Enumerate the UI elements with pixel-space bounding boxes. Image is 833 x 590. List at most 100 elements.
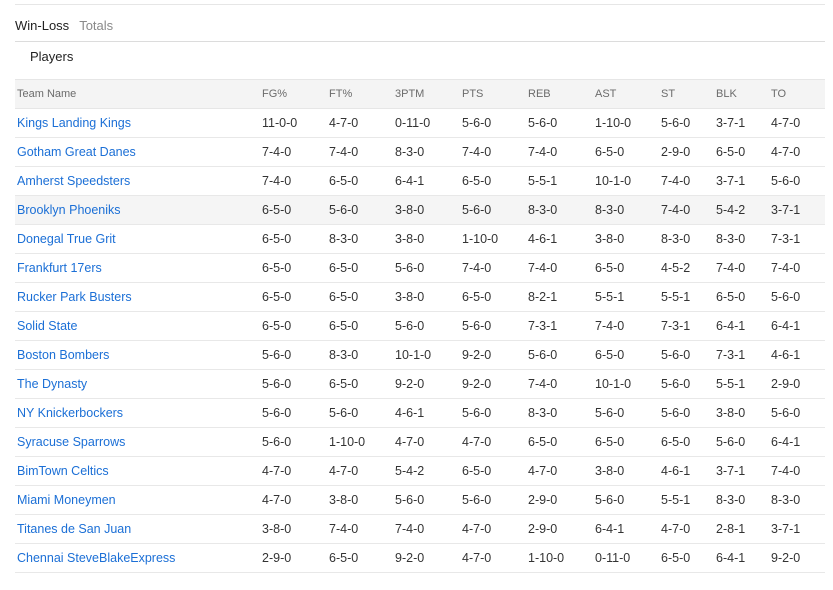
team-link[interactable]: Gotham Great Danes xyxy=(17,145,136,159)
stat-cell-ast: 1-10-0 xyxy=(595,108,661,138)
stat-cell-ft-: 6-5-0 xyxy=(329,543,395,573)
stat-cell-pts: 4-7-0 xyxy=(462,514,528,544)
standings-table: Team Name FG% FT% 3PTM PTS REB AST ST BLK TO King… xyxy=(15,79,825,573)
team-link[interactable]: Solid State xyxy=(17,319,77,333)
stat-cell-reb: 7-4-0 xyxy=(528,369,595,399)
stat-cell-st: 5-6-0 xyxy=(661,398,716,428)
team-link[interactable]: BimTown Celtics xyxy=(17,464,109,478)
team-link[interactable]: Chennai SteveBlakeExpress xyxy=(17,551,175,565)
stat-cell-ast: 0-11-0 xyxy=(595,543,661,573)
stat-cell-pts: 7-4-0 xyxy=(462,137,528,167)
stat-cell-reb: 5-6-0 xyxy=(528,108,595,138)
stat-cell-ft-: 7-4-0 xyxy=(329,137,395,167)
stat-cell-reb: 7-4-0 xyxy=(528,137,595,167)
stat-cell-st: 7-4-0 xyxy=(661,166,716,196)
stat-cell-to: 5-6-0 xyxy=(771,398,825,428)
team-link[interactable]: Boston Bombers xyxy=(17,348,109,362)
stat-cell-3ptm: 3-8-0 xyxy=(395,195,462,225)
stat-cell-ast: 6-5-0 xyxy=(595,340,661,370)
stat-cell-ft-: 5-6-0 xyxy=(329,195,395,225)
stat-cell-ft-: 6-5-0 xyxy=(329,369,395,399)
stat-cell-ast: 3-8-0 xyxy=(595,456,661,486)
stat-cell-reb: 2-9-0 xyxy=(528,485,595,515)
team-link[interactable]: Donegal True Grit xyxy=(17,232,116,246)
stat-cell-fg-: 4-7-0 xyxy=(262,485,329,515)
stat-cell-fg-: 6-5-0 xyxy=(262,311,329,341)
team-cell: Brooklyn Phoeniks xyxy=(15,195,262,225)
team-link[interactable]: Frankfurt 17ers xyxy=(17,261,102,275)
stat-cell-pts: 5-6-0 xyxy=(462,485,528,515)
stat-cell-fg-: 6-5-0 xyxy=(262,253,329,283)
tabs-divider xyxy=(15,41,825,42)
stat-cell-reb: 4-7-0 xyxy=(528,456,595,486)
team-link[interactable]: Rucker Park Busters xyxy=(17,290,132,304)
subtab-players[interactable]: Players xyxy=(30,49,73,64)
stat-cell-fg-: 5-6-0 xyxy=(262,369,329,399)
column-header-team-name[interactable]: Team Name xyxy=(15,79,262,109)
stat-cell-ast: 6-5-0 xyxy=(595,253,661,283)
stat-cell-ft-: 3-8-0 xyxy=(329,485,395,515)
team-cell: NY Knickerbockers xyxy=(15,398,262,428)
team-link[interactable]: Amherst Speedsters xyxy=(17,174,130,188)
stat-cell-reb: 8-3-0 xyxy=(528,195,595,225)
stat-cell-blk: 7-3-1 xyxy=(716,340,771,370)
column-header-ft-[interactable]: FT% xyxy=(329,79,395,109)
stat-cell-reb: 7-4-0 xyxy=(528,253,595,283)
stat-cell-pts: 5-6-0 xyxy=(462,195,528,225)
column-header-3ptm[interactable]: 3PTM xyxy=(395,79,462,109)
team-link[interactable]: Miami Moneymen xyxy=(17,493,116,507)
stat-cell-st: 4-7-0 xyxy=(661,514,716,544)
stat-cell-ast: 3-8-0 xyxy=(595,224,661,254)
team-cell: Kings Landing Kings xyxy=(15,108,262,138)
stat-cell-st: 5-6-0 xyxy=(661,108,716,138)
column-header-st[interactable]: ST xyxy=(661,79,716,109)
stat-cell-to: 6-4-1 xyxy=(771,427,825,457)
stat-cell-st: 5-5-1 xyxy=(661,485,716,515)
team-link[interactable]: Brooklyn Phoeniks xyxy=(17,203,121,217)
stat-cell-fg-: 7-4-0 xyxy=(262,166,329,196)
team-link[interactable]: The Dynasty xyxy=(17,377,87,391)
stat-cell-to: 9-2-0 xyxy=(771,543,825,573)
stat-cell-to: 3-7-1 xyxy=(771,514,825,544)
team-cell: BimTown Celtics xyxy=(15,456,262,486)
stat-cell-blk: 5-6-0 xyxy=(716,427,771,457)
stat-cell-reb: 1-10-0 xyxy=(528,543,595,573)
stat-cell-reb: 2-9-0 xyxy=(528,514,595,544)
stat-cell-pts: 9-2-0 xyxy=(462,369,528,399)
column-header-ast[interactable]: AST xyxy=(595,79,661,109)
stat-cell-fg-: 5-6-0 xyxy=(262,398,329,428)
team-link[interactable]: Kings Landing Kings xyxy=(17,116,131,130)
stat-cell-to: 3-7-1 xyxy=(771,195,825,225)
table-row: Frankfurt 17ers 6-5-0 6-5-0 5-6-0 7-4-0 7-4-0… xyxy=(15,253,825,283)
stat-cell-to: 7-4-0 xyxy=(771,253,825,283)
table-row: BimTown Celtics 4-7-0 4-7-0 5-4-2 6-5-0 4-7-0… xyxy=(15,456,825,486)
stat-cell-ast: 6-5-0 xyxy=(595,137,661,167)
team-link[interactable]: Syracuse Sparrows xyxy=(17,435,125,449)
table-row: Syracuse Sparrows 5-6-0 1-10-0 4-7-0 4-7-0 6-… xyxy=(15,427,825,457)
column-header-pts[interactable]: PTS xyxy=(462,79,528,109)
stat-cell-reb: 5-6-0 xyxy=(528,340,595,370)
stat-cell-to: 8-3-0 xyxy=(771,485,825,515)
table-row: Amherst Speedsters 7-4-0 6-5-0 6-4-1 6-5-0 5-… xyxy=(15,166,825,196)
team-link[interactable]: Titanes de San Juan xyxy=(17,522,131,536)
team-cell: Frankfurt 17ers xyxy=(15,253,262,283)
column-header-fg-[interactable]: FG% xyxy=(262,79,329,109)
tab-win-loss[interactable]: Win-Loss xyxy=(15,18,69,33)
tab-totals[interactable]: Totals xyxy=(79,18,113,33)
stat-cell-3ptm: 4-6-1 xyxy=(395,398,462,428)
stat-cell-ft-: 6-5-0 xyxy=(329,253,395,283)
column-header-blk[interactable]: BLK xyxy=(716,79,771,109)
team-cell: Solid State xyxy=(15,311,262,341)
team-link[interactable]: NY Knickerbockers xyxy=(17,406,123,420)
stat-cell-ast: 7-4-0 xyxy=(595,311,661,341)
stat-cell-to: 4-7-0 xyxy=(771,108,825,138)
stat-cell-pts: 5-6-0 xyxy=(462,311,528,341)
team-cell: Donegal True Grit xyxy=(15,224,262,254)
stat-cell-fg-: 7-4-0 xyxy=(262,137,329,167)
stat-cell-blk: 5-5-1 xyxy=(716,369,771,399)
team-cell: Amherst Speedsters xyxy=(15,166,262,196)
column-header-reb[interactable]: REB xyxy=(528,79,595,109)
stat-cell-to: 2-9-0 xyxy=(771,369,825,399)
stat-cell-blk: 3-8-0 xyxy=(716,398,771,428)
column-header-to[interactable]: TO xyxy=(771,79,825,109)
